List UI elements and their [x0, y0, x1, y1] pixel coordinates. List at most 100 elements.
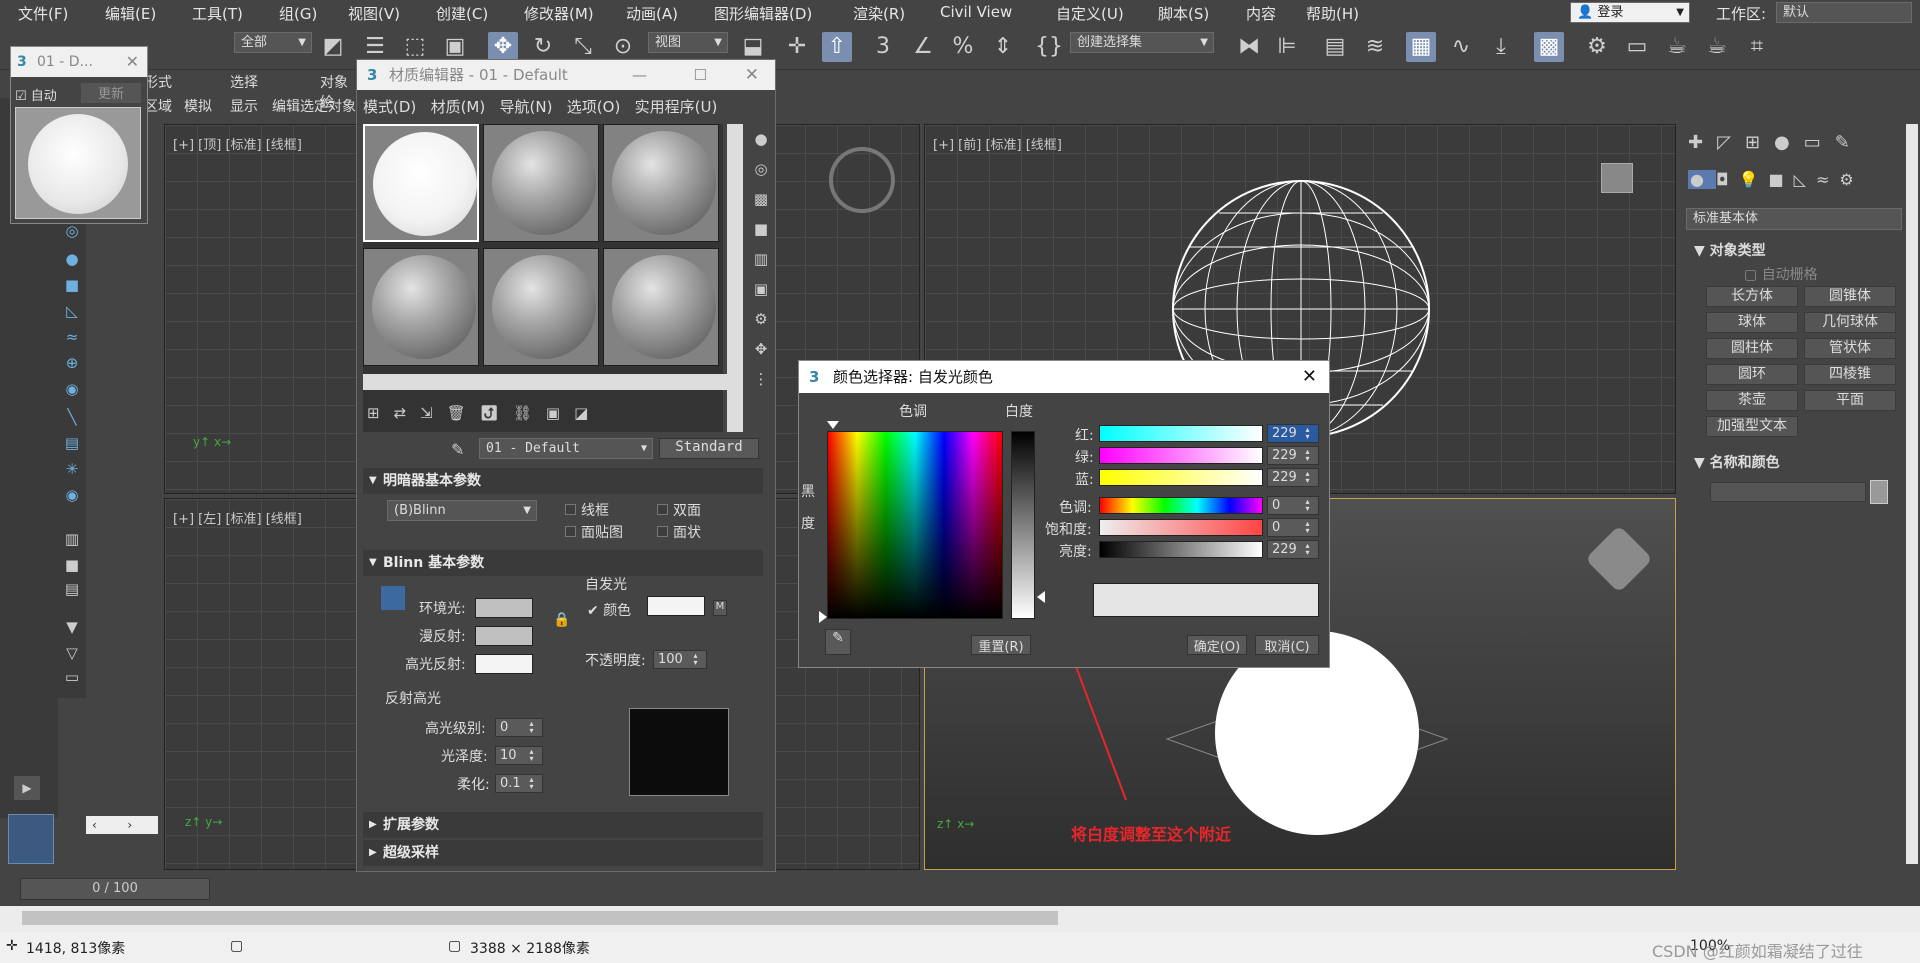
scrollbar-thumb[interactable] [22, 911, 1058, 925]
menu-animation[interactable]: 动画(A) [626, 3, 678, 24]
teapot-button[interactable]: 茶壶 [1706, 390, 1798, 411]
menu-scripting[interactable]: 脚本(S) [1158, 3, 1209, 24]
green-bar[interactable] [1099, 447, 1263, 464]
ribbon-sub-simulate[interactable]: 模拟 [184, 96, 212, 116]
material-name-field[interactable]: 01 - Default ▼ [479, 438, 653, 459]
background-icon[interactable]: ▩ [751, 184, 771, 214]
saturation-bar[interactable] [1099, 519, 1263, 536]
display-icon[interactable]: ◉ [61, 484, 83, 506]
time-slider[interactable]: 0 / 100 [20, 878, 210, 900]
sample-type-icon[interactable]: ● [751, 124, 771, 154]
rect-selection-icon[interactable]: ⬚ [400, 32, 430, 62]
saturation-spinner[interactable]: 0 [1267, 518, 1319, 537]
display-tab-icon[interactable]: ▭ [1804, 132, 1835, 153]
value-spinner[interactable]: 229 [1267, 540, 1319, 559]
menu-file[interactable]: 文件(F) [18, 3, 68, 24]
cone-button[interactable]: 圆锥体 [1804, 286, 1896, 307]
layer-icon[interactable]: ≋ [1360, 32, 1390, 62]
menu-tools[interactable]: 工具(T) [192, 3, 243, 24]
play-button[interactable]: ▶ [14, 776, 40, 800]
named-selection-dropdown[interactable]: 创建选择集 ▼ [1070, 32, 1214, 53]
menu-edit[interactable]: 编辑(E) [105, 3, 156, 24]
get-material-icon[interactable]: ⊞ [367, 404, 394, 422]
horizontal-scrollbar[interactable] [0, 906, 1920, 932]
gloss-spinner[interactable]: 10 [495, 746, 543, 765]
category-dropdown[interactable]: 标准基本体 [1686, 208, 1902, 230]
blackness-marker-icon[interactable] [819, 611, 827, 623]
object-type-section[interactable]: ▼ 对象类型 [1694, 240, 1766, 260]
sample-slot-4[interactable] [363, 248, 479, 366]
render-frame-icon[interactable]: ▭ [1622, 32, 1652, 62]
utilities-tab-icon[interactable]: ✎ [1835, 132, 1864, 153]
close-icon[interactable]: ✕ [126, 47, 139, 77]
keyboard-shortcut-icon[interactable]: ⇧ [822, 32, 852, 62]
funnel-icon[interactable]: ▽ [61, 642, 83, 664]
ref-coord-dropdown[interactable]: 视图 ▼ [648, 32, 728, 53]
green-spinner[interactable]: 229 [1267, 446, 1319, 465]
select-object-icon[interactable]: ◩ [318, 32, 348, 62]
ribbon-tab-select[interactable]: 选择 [230, 72, 258, 92]
mated-menu-mode[interactable]: 模式(D) [363, 98, 416, 116]
ok-button[interactable]: 确定(O) [1187, 635, 1247, 655]
faceted-checkbox[interactable] [657, 526, 668, 537]
show-map-icon[interactable]: ◪ [574, 404, 602, 422]
viewport-layout-icon[interactable] [8, 814, 54, 864]
menu-group[interactable]: 组(G) [279, 3, 317, 24]
sample-slot-2[interactable] [483, 124, 599, 242]
uv-tiling-icon[interactable]: ■ [751, 214, 771, 244]
auto-checkbox[interactable]: ☑ 自动 [15, 85, 57, 104]
hue-bar[interactable] [1099, 497, 1263, 514]
self-illum-swatch[interactable] [647, 596, 705, 616]
geometry-cat-icon[interactable]: ● [1688, 170, 1716, 189]
filter-icon[interactable]: ▼ [61, 616, 83, 638]
red-spinner[interactable]: 229 [1267, 424, 1319, 443]
maximize-icon[interactable]: ☐ [694, 60, 707, 90]
minimize-icon[interactable]: — [632, 60, 647, 90]
motion-icon[interactable]: ✳ [61, 458, 83, 480]
rotate-icon[interactable]: ↻ [528, 32, 558, 62]
video-color-icon[interactable]: ▥ [751, 244, 771, 274]
lock-ambient-icon[interactable] [381, 586, 405, 610]
value-bar[interactable] [1099, 541, 1263, 558]
geometry-icon[interactable]: ◉ [61, 378, 83, 400]
workspace-dropdown[interactable]: 默认 [1776, 2, 1912, 23]
spec-level-spinner[interactable]: 0 [495, 718, 543, 737]
autogrid-checkbox[interactable]: ▢ 自动栅格 [1744, 264, 1818, 284]
menu-customize[interactable]: 自定义(U) [1056, 3, 1124, 24]
select-by-material-icon[interactable]: ✥ [751, 334, 771, 364]
systems-cat-icon[interactable]: ⚙ [1839, 170, 1863, 189]
opacity-spinner[interactable]: 100 [653, 650, 707, 669]
menu-help[interactable]: 帮助(H) [1306, 3, 1359, 24]
delete-icon[interactable]: 🗑 [447, 404, 480, 422]
mated-menu-material[interactable]: 材质(M) [431, 98, 486, 116]
blue-spinner[interactable]: 229 [1267, 468, 1319, 487]
percent-snap-icon[interactable]: % [948, 32, 978, 62]
viewcube-front-icon[interactable] [1601, 163, 1633, 193]
window-crossing-icon[interactable]: ▣ [440, 32, 470, 62]
red-bar[interactable] [1099, 425, 1263, 442]
light-icon[interactable]: ● [61, 248, 83, 270]
sample-slot-1[interactable] [363, 124, 479, 242]
shapes-cat-icon[interactable]: ◘ [1716, 170, 1739, 189]
plane-button[interactable]: 平面 [1804, 390, 1896, 411]
modify-tab-icon[interactable]: ◸ [1717, 132, 1745, 153]
slots-hscrollbar[interactable] [363, 374, 743, 390]
helpers-cat-icon[interactable]: ◺ [1794, 170, 1816, 189]
face-map-checkbox[interactable] [565, 526, 576, 537]
object-name-field[interactable] [1710, 482, 1866, 502]
supersampling-section[interactable]: ▶ 超级采样 [363, 840, 763, 866]
menu-rendering[interactable]: 渲染(R) [853, 3, 905, 24]
eyedropper-button[interactable]: ✎ [825, 629, 851, 655]
scene-scrollbar[interactable]: ‹ › [86, 816, 158, 834]
scale-icon[interactable]: ⤡ [568, 32, 598, 62]
self-illum-color-checkbox[interactable]: ✔ 颜色 [587, 600, 631, 620]
whiteness-marker-icon[interactable] [1037, 591, 1045, 603]
edit-named-sets-icon[interactable]: {} [1034, 32, 1064, 62]
ribbon-tab-form[interactable]: 形式 [144, 72, 172, 92]
mirror-icon[interactable]: ⧓ [1234, 32, 1264, 62]
curve-editor-icon[interactable]: ∿ [1446, 32, 1476, 62]
ribbon-sub-region[interactable]: 区域 [144, 96, 172, 116]
hierarchy-icon[interactable]: ▤ [61, 432, 83, 454]
textplus-button[interactable]: 加强型文本 [1706, 416, 1798, 437]
move-icon[interactable]: ✥ [488, 32, 518, 62]
